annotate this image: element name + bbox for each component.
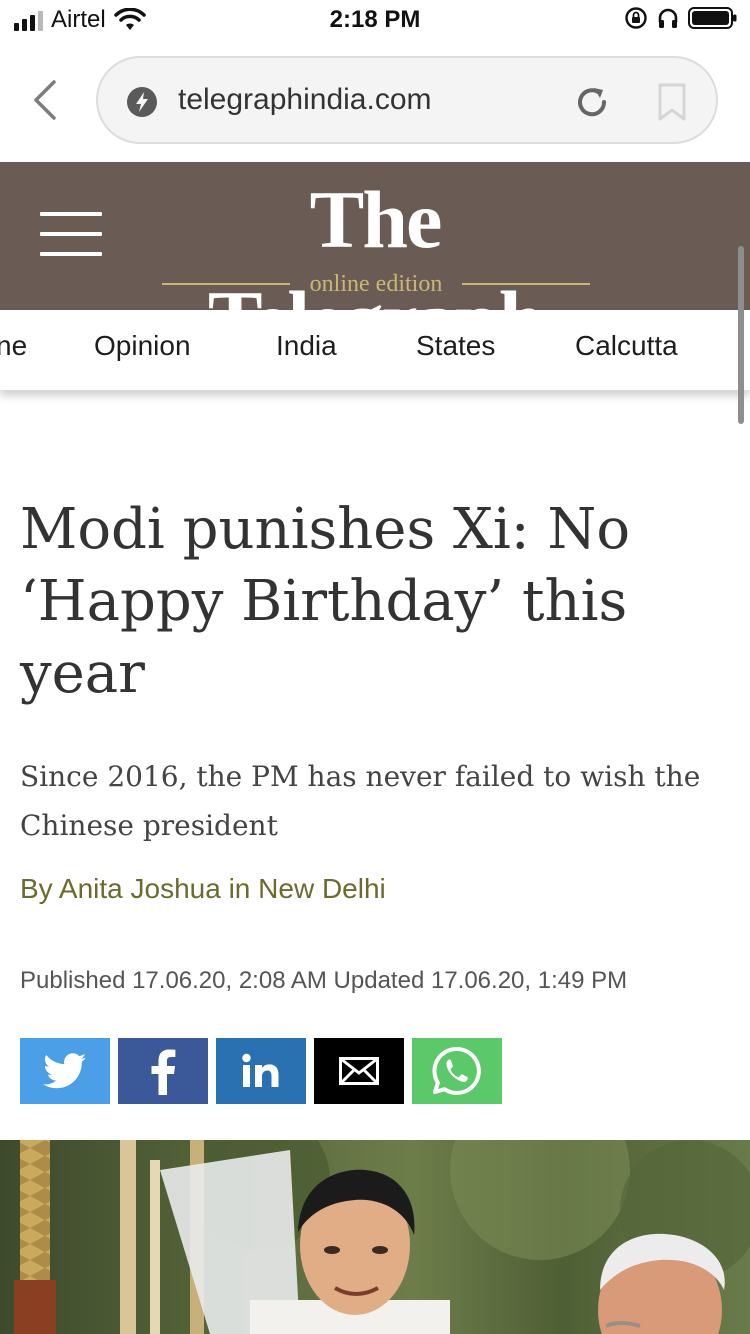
share-buttons bbox=[20, 1038, 502, 1104]
url-text[interactable]: telegraphindia.com bbox=[178, 80, 432, 120]
facebook-icon bbox=[151, 1049, 176, 1095]
site-logo[interactable]: The Telegraph online edition bbox=[152, 170, 598, 365]
logo-edition-row: online edition bbox=[162, 270, 590, 300]
reload-icon[interactable] bbox=[572, 82, 612, 122]
nav-item-calcutta[interactable]: Calcutta bbox=[575, 328, 678, 364]
share-facebook-button[interactable] bbox=[118, 1038, 208, 1104]
headphones-icon bbox=[658, 8, 678, 28]
article-subheadline: Since 2016, the PM has never failed to w… bbox=[20, 760, 701, 842]
twitter-icon bbox=[43, 1053, 86, 1089]
back-arrow-icon[interactable] bbox=[28, 78, 64, 122]
article-headline: Modi punishes Xi: No ‘Happy Birthday’ th… bbox=[20, 497, 631, 706]
nav-item-states[interactable]: States bbox=[416, 328, 495, 364]
linkedin-icon bbox=[242, 1053, 279, 1087]
status-bar: Airtel 2:18 PM bbox=[0, 0, 750, 40]
hamburger-menu-icon[interactable] bbox=[40, 212, 102, 256]
logo-divider bbox=[462, 283, 590, 285]
article-byline[interactable]: By Anita Joshua in New Delhi bbox=[20, 870, 386, 908]
browser-toolbar: telegraphindia.com bbox=[0, 40, 750, 160]
share-linkedin-button[interactable] bbox=[216, 1038, 306, 1104]
site-info-icon[interactable] bbox=[126, 86, 158, 118]
mail-icon bbox=[339, 1057, 379, 1085]
address-bar[interactable]: telegraphindia.com bbox=[96, 56, 718, 144]
share-whatsapp-button[interactable] bbox=[412, 1038, 502, 1104]
share-twitter-button[interactable] bbox=[20, 1038, 110, 1104]
bookmark-icon[interactable] bbox=[654, 82, 690, 122]
whatsapp-icon bbox=[432, 1046, 481, 1095]
nav-item-india[interactable]: India bbox=[276, 328, 337, 364]
section-nav: ne Opinion India States Calcutta bbox=[0, 310, 750, 390]
battery-icon bbox=[688, 7, 737, 29]
scroll-indicator[interactable] bbox=[738, 246, 744, 424]
status-right bbox=[624, 6, 738, 30]
hero-photo-illustration bbox=[14, 1140, 750, 1334]
rotation-lock-icon bbox=[625, 7, 647, 29]
nav-item-home[interactable]: ne bbox=[0, 328, 27, 364]
nav-item-opinion[interactable]: Opinion bbox=[94, 328, 191, 364]
article-timestamp: Published 17.06.20, 2:08 AM Updated 17.0… bbox=[20, 967, 628, 994]
share-email-button[interactable] bbox=[314, 1038, 404, 1104]
article-hero-image[interactable] bbox=[0, 1140, 750, 1334]
site-header: The Telegraph online edition bbox=[0, 162, 750, 365]
